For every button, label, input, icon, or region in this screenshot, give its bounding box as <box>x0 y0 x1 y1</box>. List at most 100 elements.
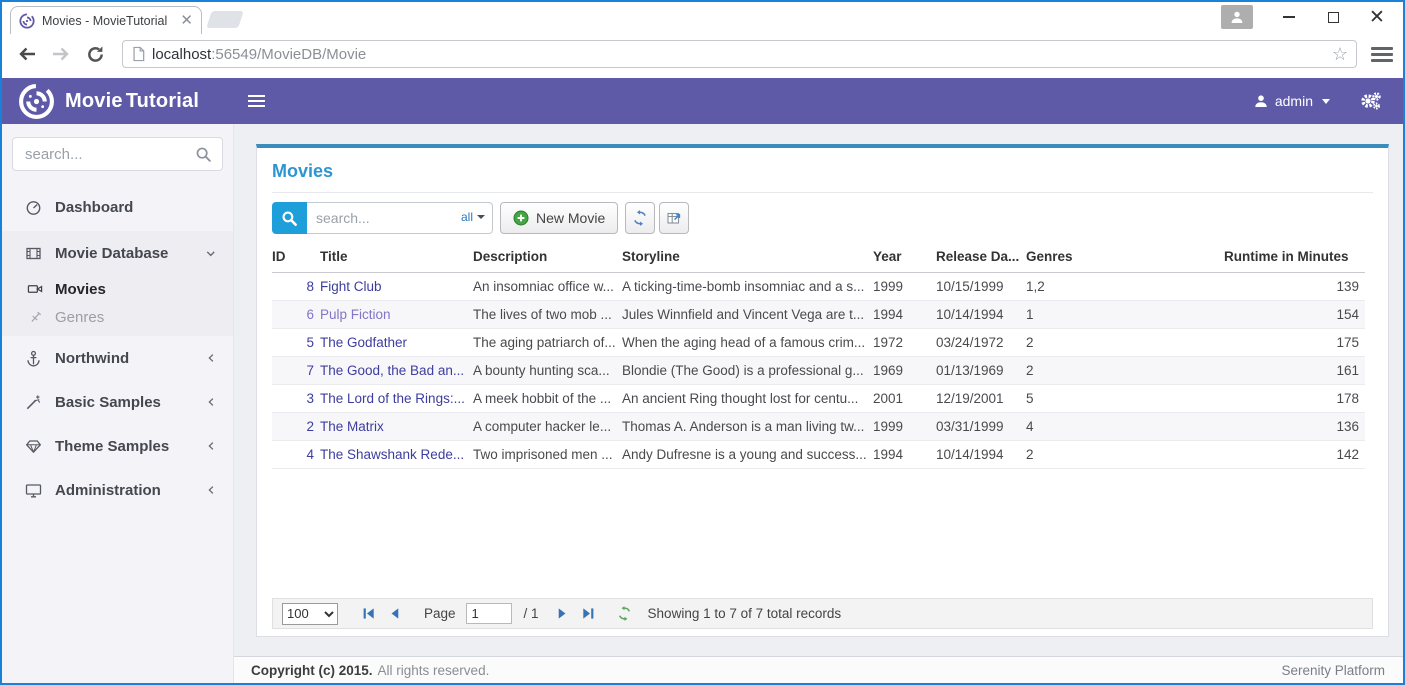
desktop-monitor-icon <box>23 482 43 499</box>
sidebar-item-movies[interactable]: Movies <box>2 275 233 303</box>
column-header-storyline[interactable]: Storyline <box>622 244 873 273</box>
row-id-link[interactable]: 4 <box>306 447 314 462</box>
pager-refresh-icon[interactable] <box>617 606 632 621</box>
next-page-button[interactable] <box>553 604 573 624</box>
row-title-link[interactable]: The Good, the Bad an... <box>320 363 464 378</box>
row-runtime: 178 <box>1224 385 1365 413</box>
row-id-link[interactable]: 3 <box>306 391 314 406</box>
window-maximize-button[interactable] <box>1311 2 1355 32</box>
anchor-icon <box>23 350 43 367</box>
reload-icon[interactable] <box>82 41 108 67</box>
column-header-year[interactable]: Year <box>873 244 936 273</box>
row-genres: 1,2 <box>1026 273 1224 301</box>
table-row[interactable]: 6 Pulp Fiction The lives of two mob ... … <box>272 301 1365 329</box>
new-tab-button[interactable] <box>206 11 244 28</box>
page-size-select[interactable]: 100 <box>282 603 338 625</box>
column-header-genres[interactable]: Genres <box>1026 244 1224 273</box>
chevron-down-icon <box>477 215 485 219</box>
row-title-link[interactable]: The Shawshank Rede... <box>320 447 464 462</box>
video-camera-icon <box>26 281 44 297</box>
movies-panel: Movies all <box>256 144 1389 637</box>
back-icon[interactable] <box>14 41 40 67</box>
sidebar-item-genres[interactable]: Genres <box>2 303 233 331</box>
chevron-left-icon <box>205 352 217 364</box>
refresh-grid-button[interactable] <box>625 202 655 234</box>
sidebar-item-movie-database[interactable]: Movie Database <box>2 231 233 275</box>
thumbtack-icon <box>26 310 44 325</box>
row-title-link[interactable]: The Matrix <box>320 419 384 434</box>
row-genres: 2 <box>1026 357 1224 385</box>
table-row[interactable]: 4 The Shawshank Rede... Two imprisoned m… <box>272 441 1365 469</box>
row-release-date: 12/19/2001 <box>936 385 1026 413</box>
row-storyline: Thomas A. Anderson is a man living tw... <box>622 413 873 441</box>
browser-menu-icon[interactable] <box>1371 47 1393 62</box>
new-movie-button[interactable]: New Movie <box>500 202 618 234</box>
row-title-link[interactable]: Fight Club <box>320 279 382 294</box>
forward-icon[interactable] <box>48 41 74 67</box>
previous-page-button[interactable] <box>384 604 404 624</box>
bookmark-star-icon[interactable]: ☆ <box>1332 44 1348 65</box>
brand-text-2: Tutorial <box>126 90 199 112</box>
column-header-id[interactable]: ID <box>272 244 320 273</box>
window-close-button[interactable]: ✕ <box>1355 2 1399 32</box>
refresh-icon <box>632 210 648 226</box>
app-navbar: MovieTutorial admin <box>2 78 1403 124</box>
user-menu[interactable]: admin <box>1254 93 1330 109</box>
row-id-link[interactable]: 2 <box>306 419 314 434</box>
column-header-title[interactable]: Title <box>320 244 473 273</box>
row-title-link[interactable]: Pulp Fiction <box>320 307 391 322</box>
table-row[interactable]: 7 The Good, the Bad an... A bounty hunti… <box>272 357 1365 385</box>
row-title-link[interactable]: The Lord of the Rings:... <box>320 391 465 406</box>
first-page-button[interactable] <box>358 604 378 624</box>
row-id-link[interactable]: 6 <box>306 307 314 322</box>
page-footer: Copyright (c) 2015. All rights reserved.… <box>234 656 1403 683</box>
row-id-link[interactable]: 5 <box>306 335 314 350</box>
sidebar-toggle-hamburger-icon[interactable] <box>248 95 265 108</box>
url-bar[interactable]: localhost:56549/MovieDB/Movie ☆ <box>122 40 1357 68</box>
sidebar-search-input[interactable] <box>12 137 223 171</box>
favicon-swirl-icon <box>19 13 35 29</box>
tab-close-icon[interactable]: ✕ <box>180 13 193 28</box>
sidebar-item-theme-samples[interactable]: Theme Samples <box>2 424 233 468</box>
tab-title: Movies - MovieTutorial <box>42 14 173 28</box>
row-id-link[interactable]: 8 <box>306 279 314 294</box>
browser-window: Movies - MovieTutorial ✕ ✕ <box>0 0 1405 685</box>
table-row[interactable]: 8 Fight Club An insomniac office w... A … <box>272 273 1365 301</box>
sidebar-item-administration[interactable]: Administration <box>2 468 233 512</box>
table-row[interactable]: 2 The Matrix A computer hacker le... Tho… <box>272 413 1365 441</box>
brand[interactable]: MovieTutorial <box>2 83 234 120</box>
dashboard-gauge-icon <box>23 199 43 216</box>
browser-profile-icon[interactable] <box>1221 5 1253 29</box>
chevron-left-icon <box>205 484 217 496</box>
column-header-description[interactable]: Description <box>473 244 622 273</box>
settings-cogs-icon[interactable] <box>1360 92 1381 110</box>
column-header-release-date[interactable]: Release Da... <box>936 244 1026 273</box>
browser-titlebar: Movies - MovieTutorial ✕ ✕ <box>2 2 1403 34</box>
pager-status: Showing 1 to 7 of 7 total records <box>648 606 842 621</box>
sidebar-item-dashboard[interactable]: Dashboard <box>2 185 233 229</box>
magic-wand-icon <box>23 394 43 411</box>
sidebar-item-basic-samples[interactable]: Basic Samples <box>2 380 233 424</box>
search-field-selector[interactable]: all <box>461 210 485 224</box>
page-label: Page <box>424 606 456 621</box>
row-id-link[interactable]: 7 <box>306 363 314 378</box>
page-total: / 1 <box>524 606 539 621</box>
quick-search-button[interactable] <box>272 202 307 234</box>
column-header-runtime[interactable]: Runtime in Minutes <box>1224 244 1365 273</box>
table-row[interactable]: 3 The Lord of the Rings:... A meek hobbi… <box>272 385 1365 413</box>
plus-circle-icon <box>513 210 529 226</box>
row-description: A computer hacker le... <box>473 413 622 441</box>
window-minimize-button[interactable] <box>1267 2 1311 32</box>
row-year: 1994 <box>873 301 936 329</box>
movie-database-section: Movie Database Movies Genres <box>2 231 233 336</box>
page-number-input[interactable] <box>466 603 512 624</box>
sidebar: Dashboard Movie Database Movies <box>2 124 234 683</box>
last-page-button[interactable] <box>579 604 599 624</box>
row-title-link[interactable]: The Godfather <box>320 335 407 350</box>
table-row[interactable]: 5 The Godfather The aging patriarch of..… <box>272 329 1365 357</box>
row-release-date: 01/13/1969 <box>936 357 1026 385</box>
browser-tab[interactable]: Movies - MovieTutorial ✕ <box>10 6 202 34</box>
sidebar-item-northwind[interactable]: Northwind <box>2 336 233 380</box>
column-picker-button[interactable] <box>659 202 689 234</box>
data-grid: ID Title Description Storyline Year Rele… <box>272 244 1365 598</box>
